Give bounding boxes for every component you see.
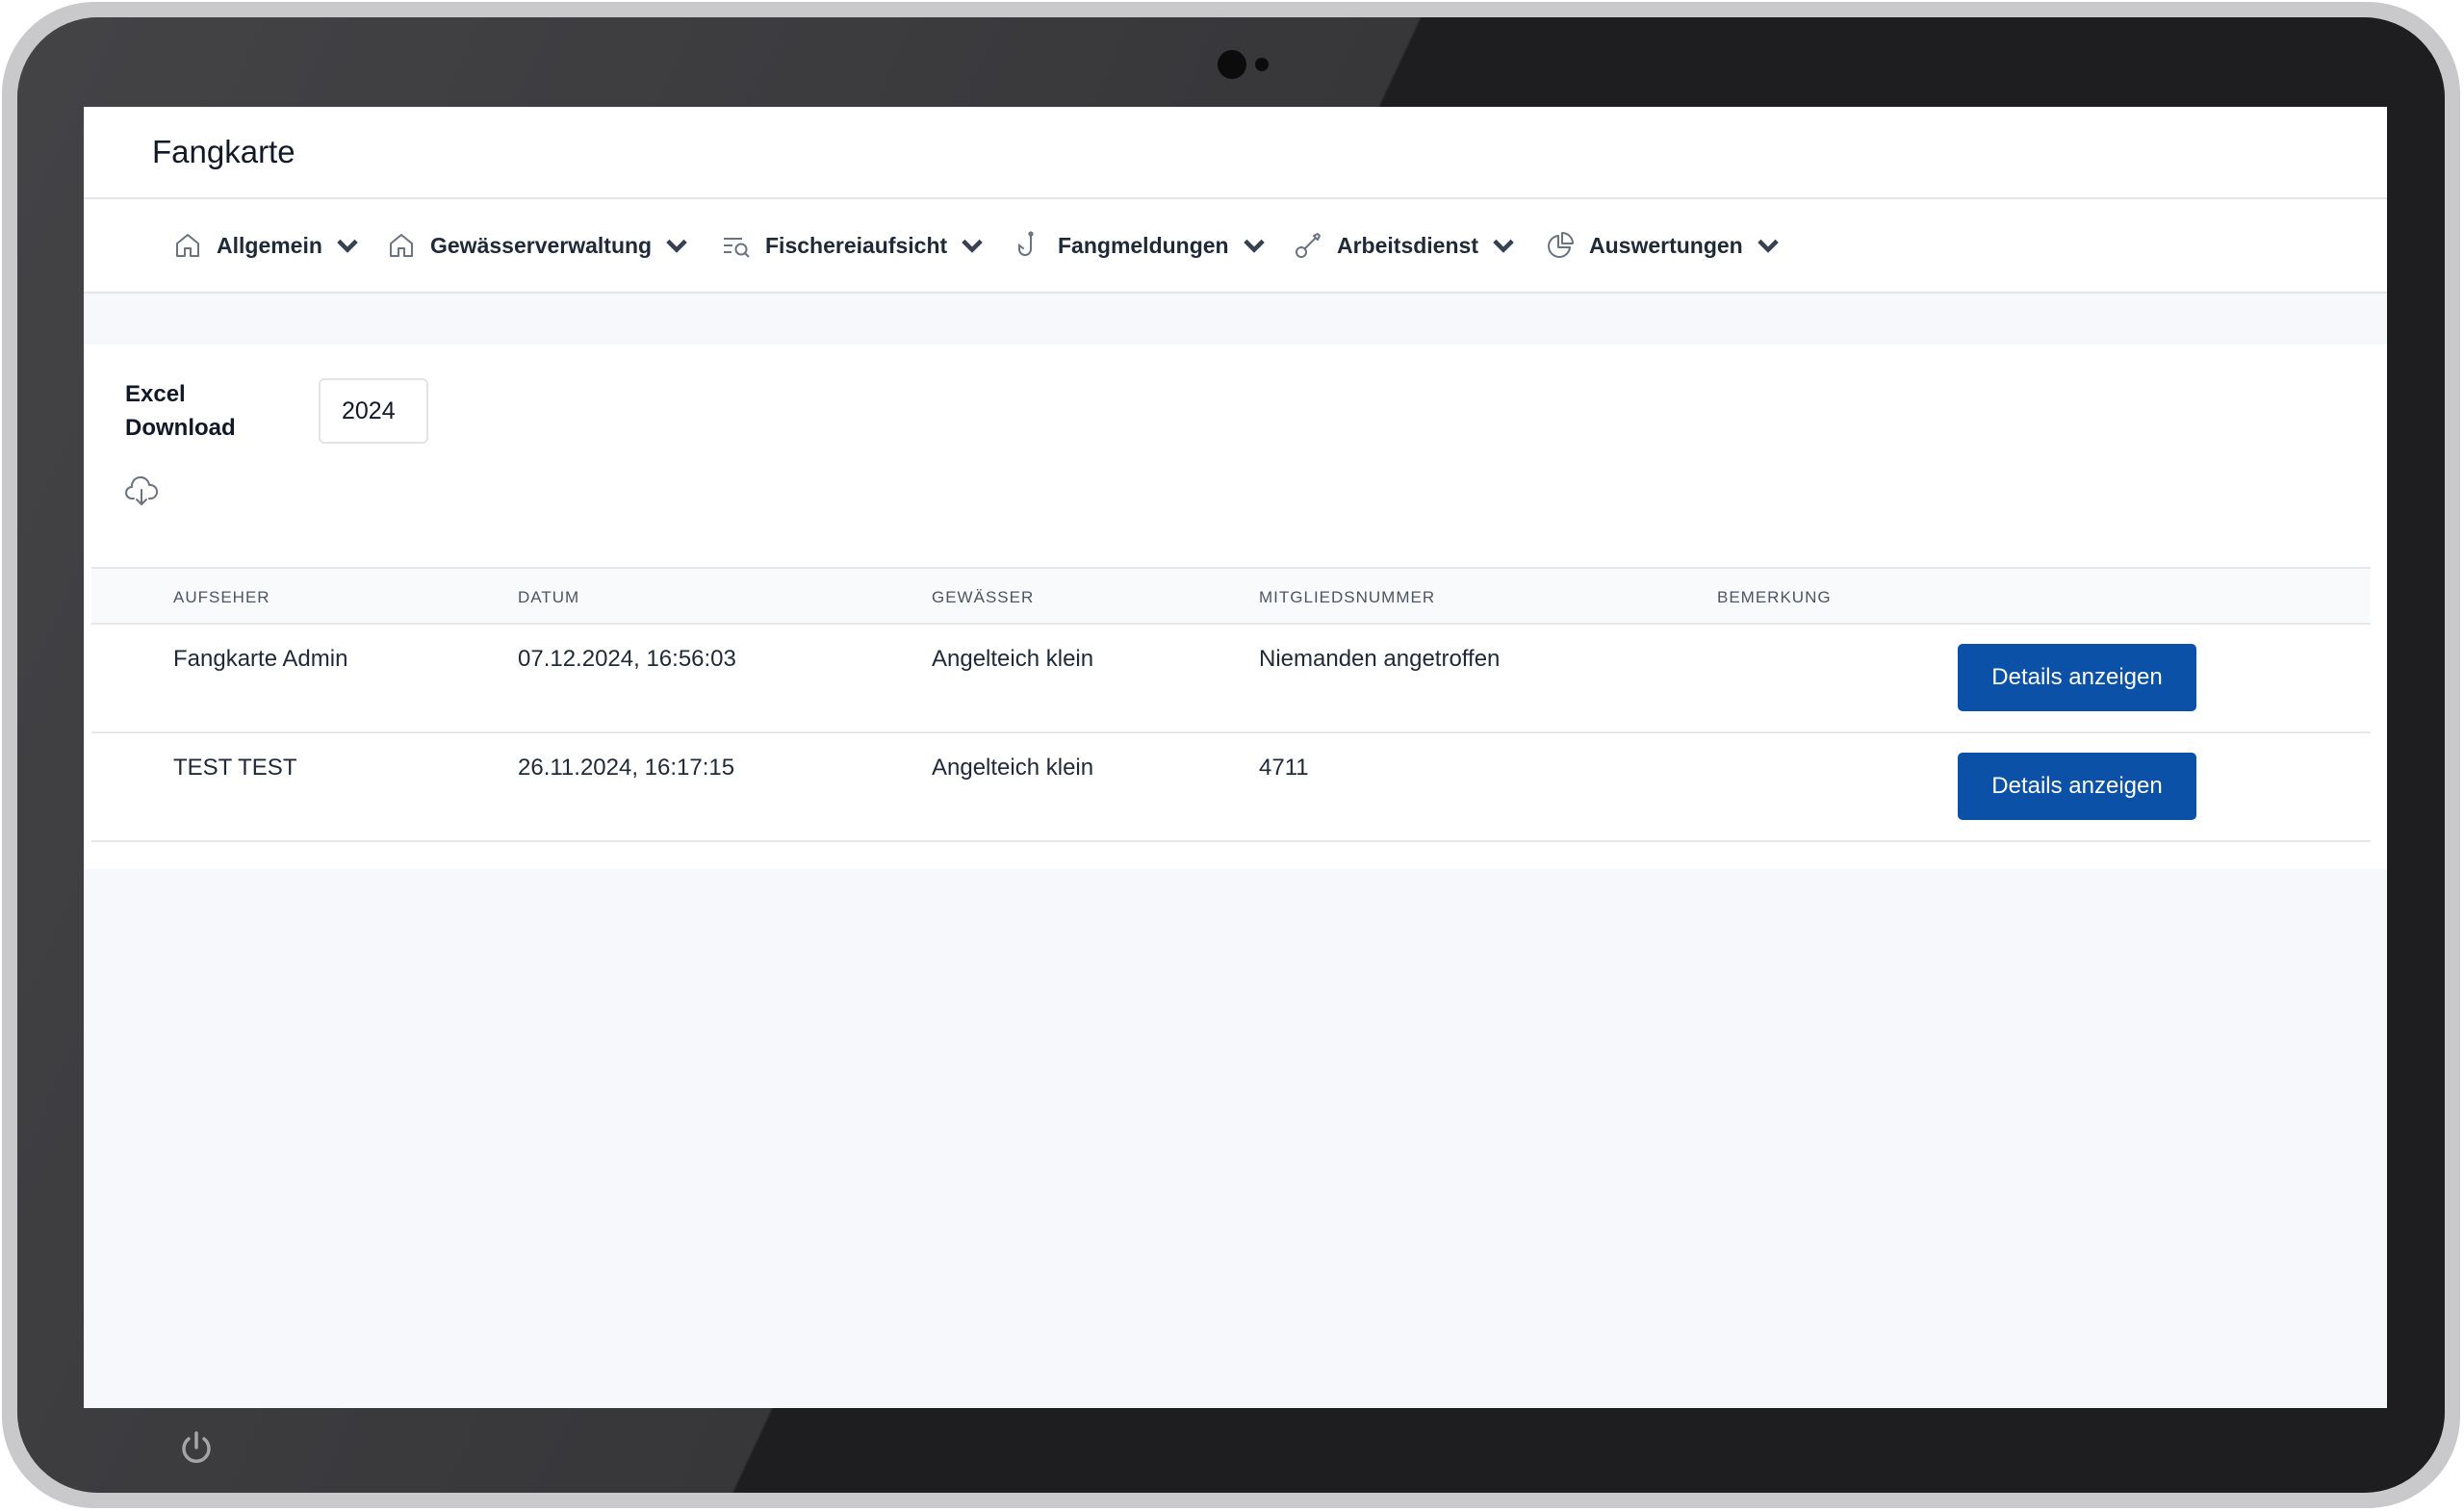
column-header-gewaesser: GEWÄSSER xyxy=(932,588,1035,606)
camera-icon xyxy=(1218,50,1246,79)
nav-item-auswertungen[interactable]: Auswertungen xyxy=(1545,199,1784,292)
cell-gewaesser: Angelteich klein xyxy=(932,755,1094,781)
column-header-aufseher: AUFSEHER xyxy=(173,588,270,606)
table-header: AUFSEHER DATUM GEWÄSSER MITGLIEDSNUMMER … xyxy=(91,567,2371,625)
year-input[interactable] xyxy=(319,378,428,444)
column-header-bemerkung: BEMERKUNG xyxy=(1717,588,1832,606)
nav-item-allgemein[interactable]: Allgemein xyxy=(172,199,363,292)
pie-chart-icon xyxy=(1548,232,1574,258)
chevron-down-icon xyxy=(1493,239,1514,253)
chevron-down-icon xyxy=(1757,239,1779,253)
nav-item-arbeitsdienst[interactable]: Arbeitsdienst xyxy=(1293,199,1519,292)
power-icon[interactable] xyxy=(177,1429,216,1468)
top-bar: Fangkarte xyxy=(84,107,2387,199)
cell-mitgliedsnummer: 4711 xyxy=(1259,755,1309,781)
details-button[interactable]: Details anzeigen xyxy=(1958,753,2196,820)
fish-hook-icon xyxy=(1018,231,1034,256)
inspection-table: AUFSEHER DATUM GEWÄSSER MITGLIEDSNUMMER … xyxy=(91,567,2371,842)
cell-aufseher: TEST TEST xyxy=(173,755,297,781)
excel-download-label: Excel Download xyxy=(125,381,236,441)
list-search-icon xyxy=(724,238,750,258)
chevron-down-icon xyxy=(962,239,983,253)
nav-item-gewaesserverwaltung[interactable]: Gewässerverwaltung xyxy=(386,199,692,292)
table-row: Fangkarte Admin 07.12.2024, 16:56:03 Ang… xyxy=(91,625,2371,733)
nav-label: Fischereiaufsicht xyxy=(765,232,948,258)
cell-datum: 26.11.2024, 16:17:15 xyxy=(518,755,735,781)
nav-label: Arbeitsdienst xyxy=(1337,232,1478,258)
nav-label: Gewässerverwaltung xyxy=(430,232,653,258)
cell-gewaesser: Angelteich klein xyxy=(932,646,1094,672)
table-row: TEST TEST 26.11.2024, 16:17:15 Angelteic… xyxy=(91,733,2371,842)
cell-mitgliedsnummer: Niemanden angetroffen xyxy=(1259,646,1501,672)
camera-sensor-icon xyxy=(1255,58,1269,71)
column-header-datum: DATUM xyxy=(518,588,580,606)
nav-item-fischereiaufsicht[interactable]: Fischereiaufsicht xyxy=(721,199,988,292)
cell-datum: 07.12.2024, 16:56:03 xyxy=(518,646,736,672)
chevron-down-icon xyxy=(337,239,358,253)
nav-label: Fangmeldungen xyxy=(1058,232,1229,258)
app-title: Fangkarte xyxy=(152,134,295,169)
column-header-mitgliedsnummer: MITGLIEDSNUMMER xyxy=(1259,588,1436,606)
home-icon xyxy=(176,234,199,257)
main-navigation: Allgemein Gewässerverwaltung Fischereiau… xyxy=(84,199,2387,294)
details-button[interactable]: Details anzeigen xyxy=(1958,644,2196,711)
cell-aufseher: Fangkarte Admin xyxy=(173,646,348,672)
cloud-download-icon[interactable] xyxy=(124,474,159,509)
home-icon xyxy=(390,234,413,257)
nav-label: Allgemein xyxy=(217,232,322,258)
chevron-down-icon xyxy=(666,239,687,253)
app-screen: Fangkarte Allgemein Gewässerverwaltung F… xyxy=(84,107,2387,1408)
wrench-icon xyxy=(1296,233,1321,258)
nav-item-fangmeldungen[interactable]: Fangmeldungen xyxy=(1014,199,1270,292)
content-panel: Excel Download AUFSEHER DATUM GEWÄSSER M… xyxy=(84,345,2387,869)
chevron-down-icon xyxy=(1243,239,1265,253)
nav-label: Auswertungen xyxy=(1589,232,1743,258)
